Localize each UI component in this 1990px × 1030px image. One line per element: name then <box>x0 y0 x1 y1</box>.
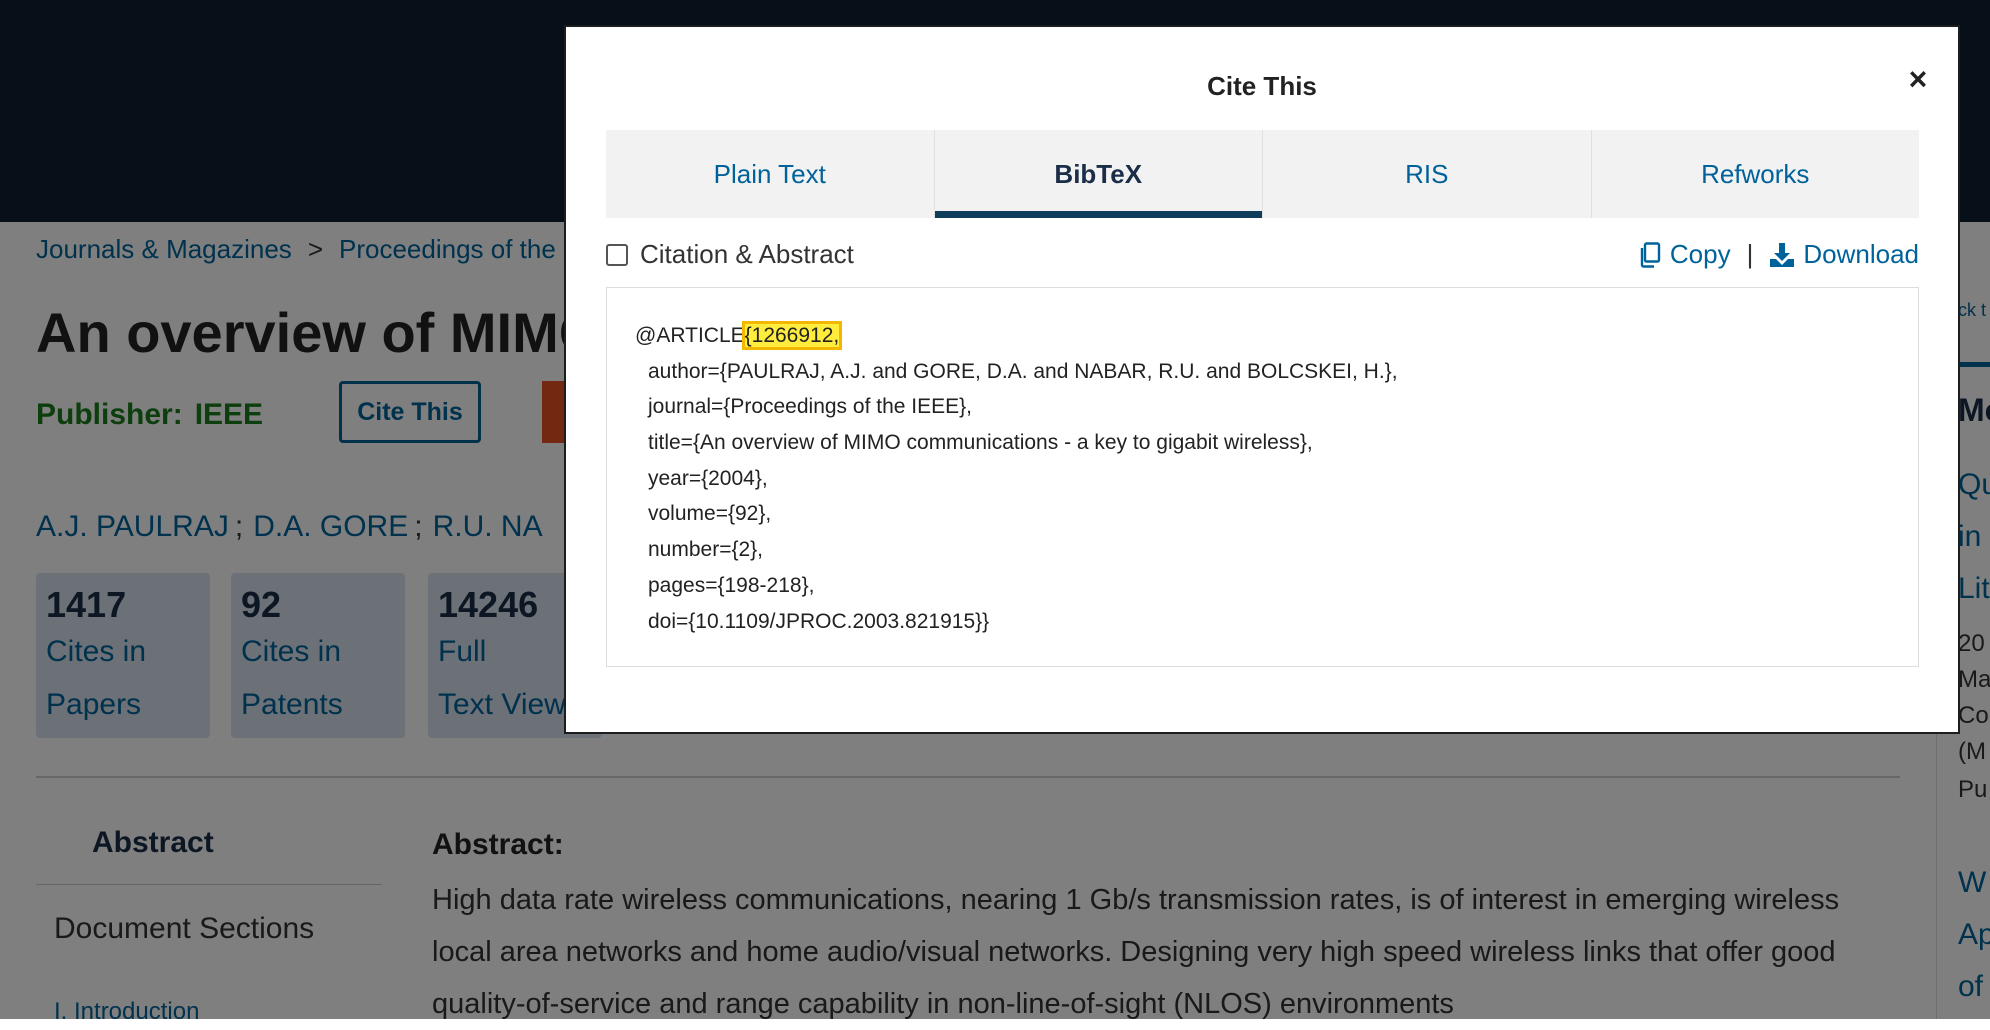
bibtex-field-pages: pages={198-218}, <box>648 573 815 597</box>
bibtex-field-volume: volume={92}, <box>648 502 772 526</box>
checkbox-label: Citation & Abstract <box>640 239 854 269</box>
bibtex-field-doi: doi={10.1109/JPROC.2003.821915}} <box>648 609 990 633</box>
bibtex-entry-header: @ARTICLE{1266912, <box>635 318 1890 354</box>
options-row: Citation & Abstract Copy | Download <box>606 239 1919 279</box>
cite-this-dialog: Cite This × Plain Text BibTeX RIS Refwor… <box>564 25 1960 734</box>
bibtex-citation-box[interactable]: @ARTICLE{1266912, author={PAULRAJ, A.J. … <box>606 287 1919 667</box>
tab-refworks[interactable]: Refworks <box>1591 130 1919 218</box>
download-button[interactable]: Download <box>1769 239 1919 270</box>
copy-button[interactable]: Copy <box>1638 239 1731 270</box>
citation-abstract-option[interactable]: Citation & Abstract <box>606 239 854 270</box>
citation-abstract-checkbox[interactable] <box>606 243 628 266</box>
bibtex-entry-type: @ARTICLE <box>635 324 745 347</box>
bibtex-field-number: number={2}, <box>648 538 764 562</box>
download-label: Download <box>1803 239 1919 269</box>
bibtex-field-title: title={An overview of MIMO communication… <box>648 431 1313 455</box>
copy-icon <box>1640 241 1661 268</box>
download-icon <box>1770 242 1795 267</box>
bibtex-field-journal: journal={Proceedings of the IEEE}, <box>648 395 972 419</box>
tab-plain-text[interactable]: Plain Text <box>606 130 935 218</box>
tab-ris[interactable]: RIS <box>1263 130 1592 218</box>
dialog-title: Cite This <box>1207 71 1317 101</box>
action-separator: | <box>1746 239 1754 269</box>
bibtex-key-highlight: {1266912, <box>741 321 843 350</box>
tab-bibtex[interactable]: BibTeX <box>934 130 1263 218</box>
copy-label: Copy <box>1669 239 1731 269</box>
format-tabs: Plain Text BibTeX RIS Refworks <box>606 130 1919 218</box>
export-actions: Copy | Download <box>1638 239 1919 270</box>
close-icon[interactable]: × <box>1896 57 1940 101</box>
bibtex-field-author: author={PAULRAJ, A.J. and GORE, D.A. and… <box>648 359 1398 383</box>
bibtex-field-year: year={2004}, <box>648 466 768 490</box>
